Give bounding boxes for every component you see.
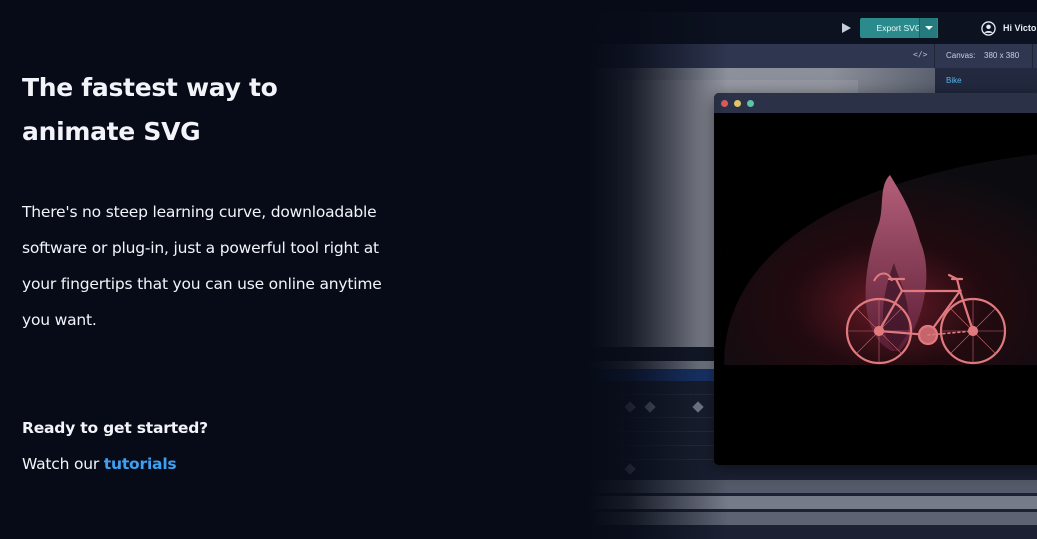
timeline-track[interactable] bbox=[588, 496, 1037, 509]
preview-canvas bbox=[714, 113, 1037, 465]
timeline-track[interactable] bbox=[588, 480, 1037, 493]
editor-secondary-bar: </> Canvas: 380 x 380 bbox=[588, 44, 1037, 68]
close-dot-icon[interactable] bbox=[721, 100, 728, 107]
minimize-dot-icon[interactable] bbox=[734, 100, 741, 107]
tutorials-link[interactable]: tutorials bbox=[104, 455, 177, 473]
layers-panel: Bike bbox=[935, 68, 1037, 94]
hero-description-line: your fingertips that you can use online … bbox=[22, 275, 382, 293]
keyframe-icon[interactable] bbox=[624, 401, 636, 413]
editor-topbar: ile Export SVG Hi Victor bbox=[588, 12, 1037, 44]
divider bbox=[934, 44, 935, 68]
ground-shadow bbox=[714, 365, 1037, 465]
cta-question: Ready to get started? bbox=[22, 419, 208, 437]
hero-description-line: you want. bbox=[22, 311, 97, 329]
hero-title-line1: The fastest way to bbox=[22, 73, 278, 102]
maximize-dot-icon[interactable] bbox=[747, 100, 754, 107]
user-greeting[interactable]: Hi Victor bbox=[1003, 23, 1037, 33]
hero-title: The fastest way to animate SVG bbox=[22, 66, 442, 154]
cta-line: Watch our tutorials bbox=[22, 455, 177, 473]
keyframe-icon[interactable] bbox=[624, 463, 636, 475]
keyframe-icon[interactable] bbox=[692, 401, 704, 413]
timeline-playhead-track[interactable] bbox=[588, 369, 718, 381]
timeline-ruler[interactable] bbox=[588, 347, 723, 361]
preview-window bbox=[714, 93, 1037, 465]
cta-prefix: Watch our bbox=[22, 455, 104, 473]
hero-title-line2: animate SVG bbox=[22, 117, 201, 146]
keyframe-icon[interactable] bbox=[644, 401, 656, 413]
top-spacer bbox=[588, 0, 1037, 12]
user-circle-icon[interactable] bbox=[981, 21, 996, 36]
canvas-size-value[interactable]: 380 x 380 bbox=[984, 51, 1019, 60]
file-name: ile bbox=[596, 22, 606, 32]
landing-section: The fastest way to animate SVG There's n… bbox=[0, 0, 1037, 539]
divider bbox=[1032, 44, 1033, 68]
preview-titlebar bbox=[714, 93, 1037, 113]
bike-animation-illustration bbox=[714, 154, 1037, 465]
play-icon[interactable] bbox=[840, 22, 852, 34]
code-view-icon[interactable]: </> bbox=[913, 50, 927, 59]
hero-description: There's no steep learning curve, downloa… bbox=[22, 194, 402, 338]
timeline-track[interactable] bbox=[588, 512, 1037, 525]
export-options-chevron-down-icon[interactable] bbox=[919, 18, 937, 38]
hero-description-line: software or plug-in, just a powerful too… bbox=[22, 239, 379, 257]
canvas-label: Canvas: bbox=[946, 51, 976, 60]
export-svg-label: Export SVG bbox=[876, 23, 922, 33]
hero-description-line: There's no steep learning curve, downloa… bbox=[22, 203, 377, 221]
layer-item-bike[interactable]: Bike bbox=[946, 76, 962, 85]
